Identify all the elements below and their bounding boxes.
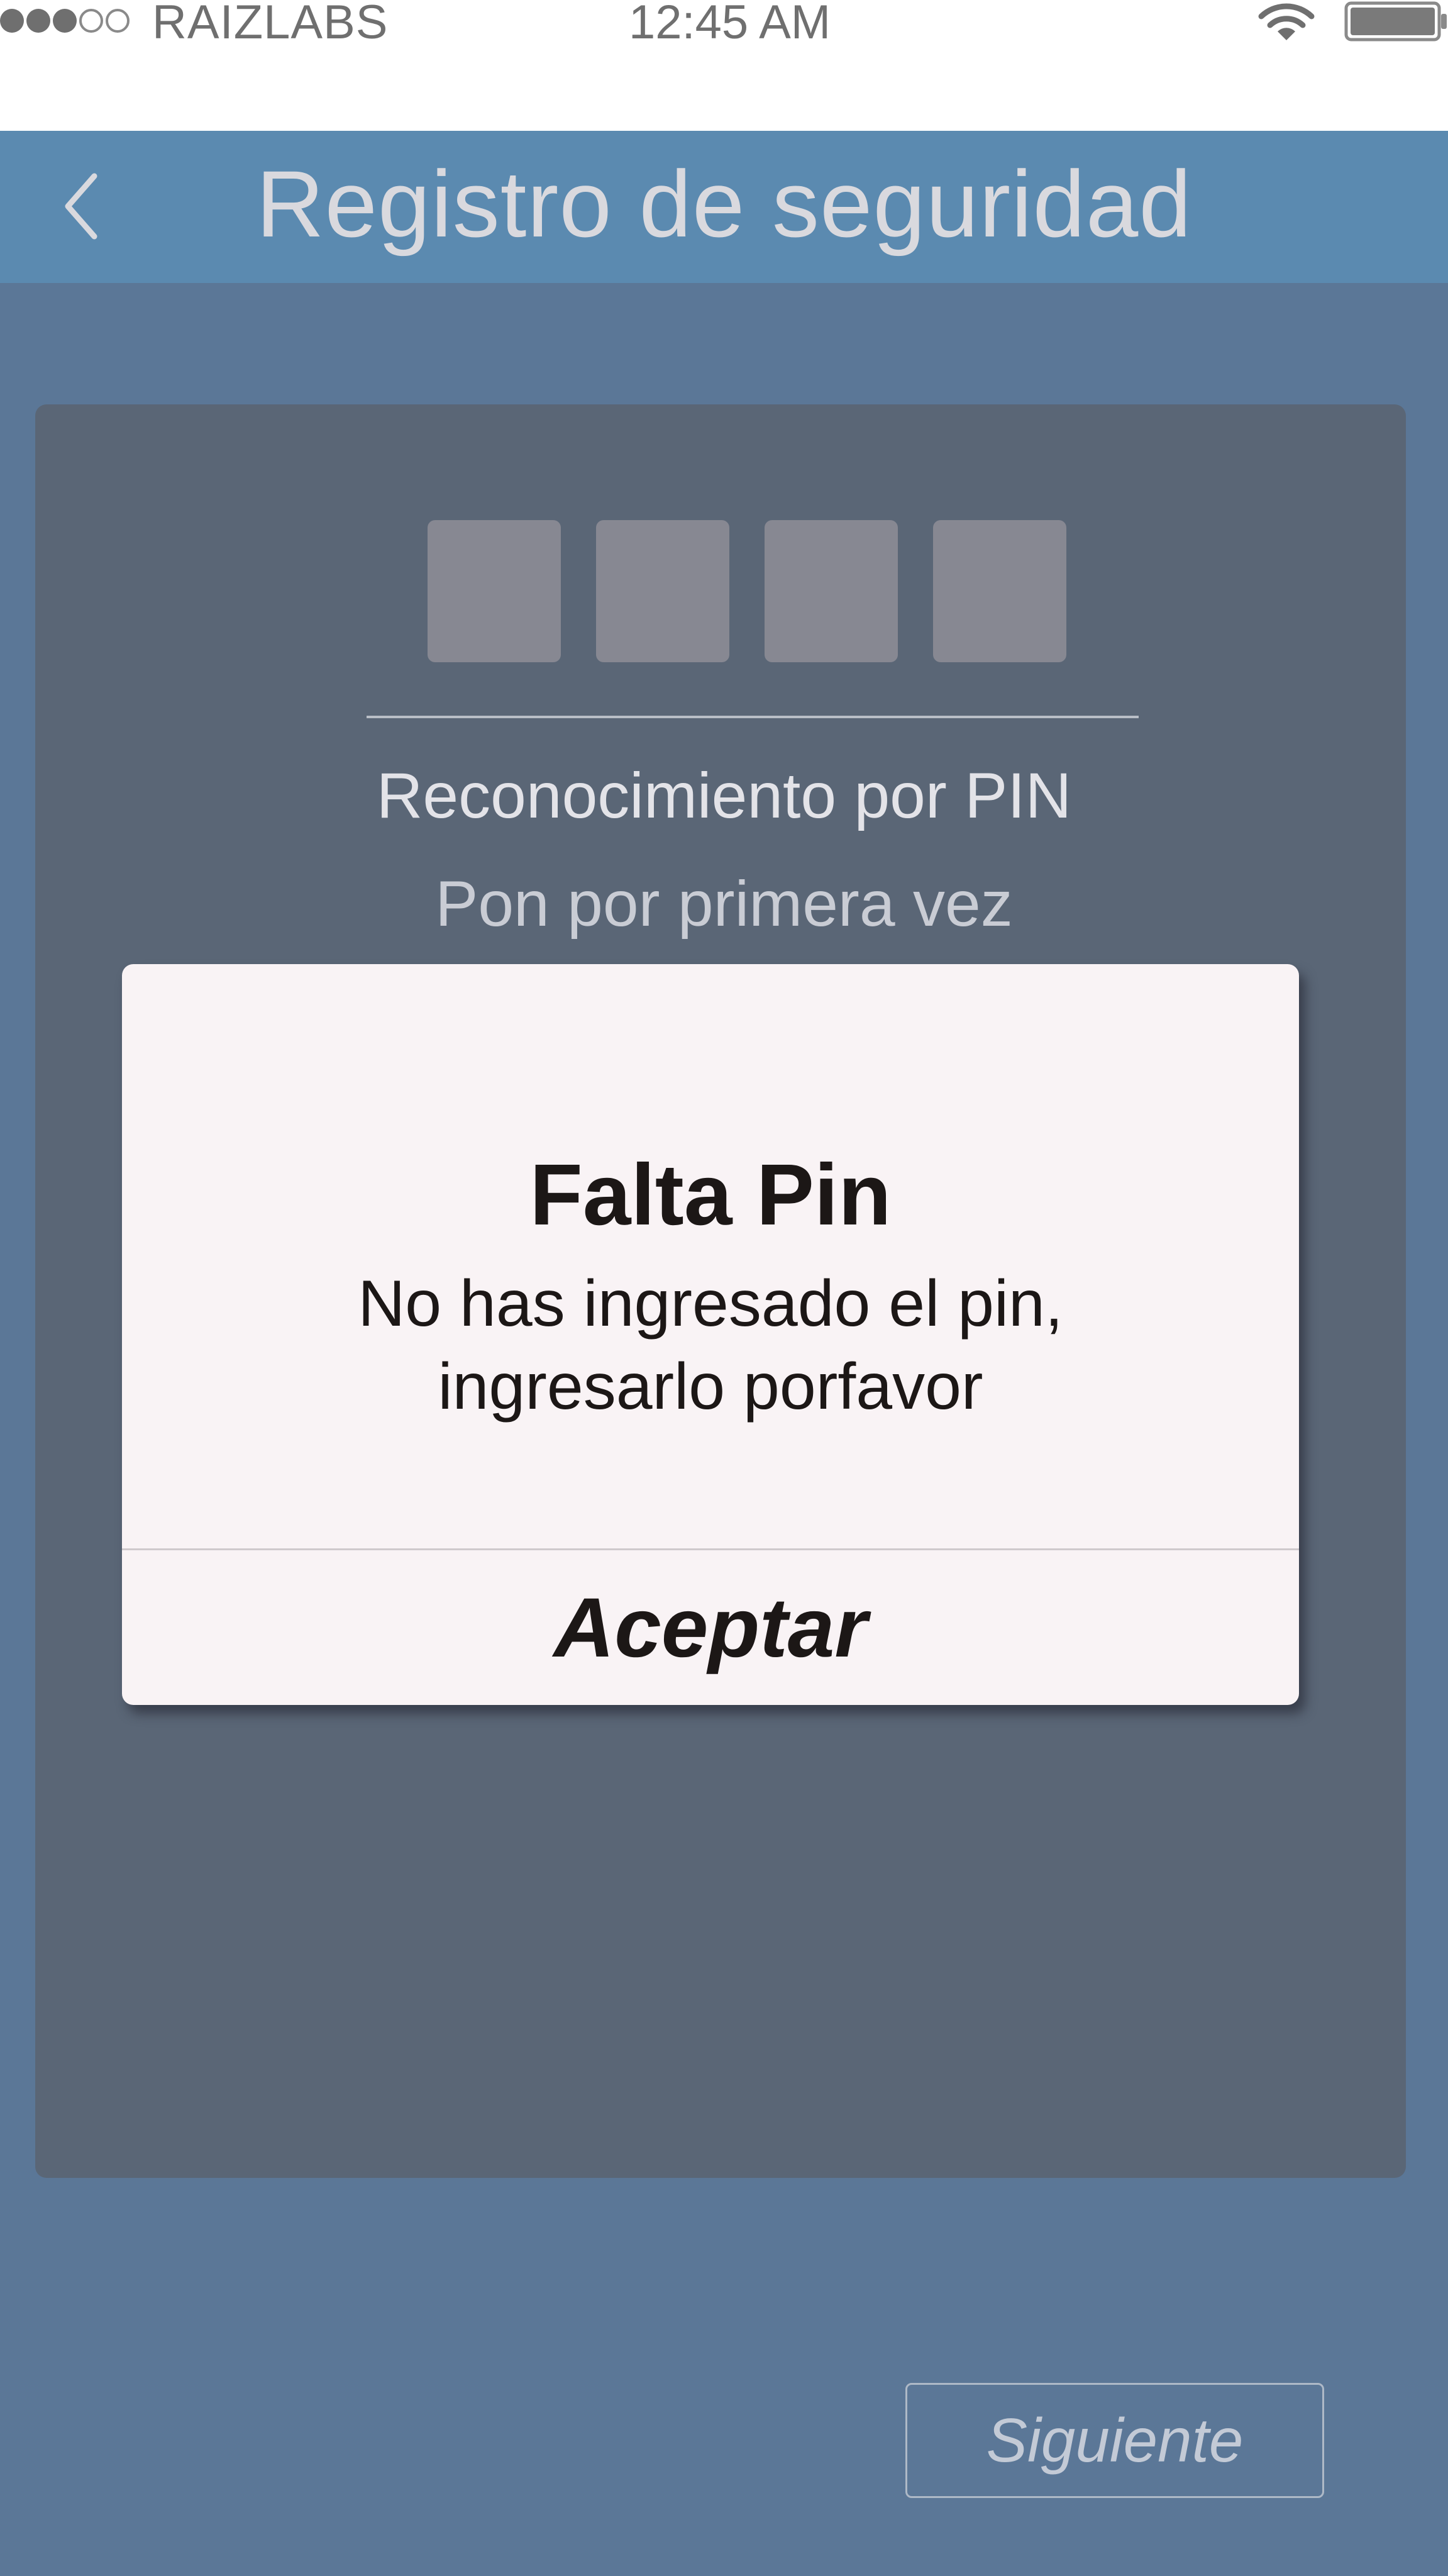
divider: [367, 716, 1139, 718]
alert-message: No has ingresado el pin, ingresarlo porf…: [358, 1267, 1063, 1423]
battery-icon: [1344, 1, 1447, 42]
signal-dot: [26, 9, 50, 33]
signal-dot: [0, 9, 24, 33]
app-header: Registro de seguridad: [0, 131, 1448, 283]
accept-button[interactable]: Aceptar: [122, 1550, 1299, 1705]
wifi-icon: [1258, 3, 1315, 40]
status-bar: RAIZLABS 12:45 AM: [0, 0, 1448, 131]
pin-input-boxes[interactable]: [428, 520, 1066, 662]
carrier-name: RAIZLABS: [152, 0, 389, 49]
pin-digit-box[interactable]: [428, 520, 561, 662]
signal-dot: [53, 9, 77, 33]
status-time: 12:45 AM: [629, 0, 831, 49]
alert-dialog: Falta Pin No has ingresado el pin, ingre…: [122, 964, 1299, 1705]
signal-dot: [79, 9, 103, 33]
signal-strength-icon: [0, 9, 130, 33]
pin-section-subtitle: Pon por primera vez: [435, 868, 1013, 940]
pin-section-title: Reconocimiento por PIN: [376, 760, 1072, 831]
pin-digit-box[interactable]: [933, 520, 1066, 662]
page-title: Registro de seguridad: [256, 151, 1192, 257]
alert-title: Falta Pin: [529, 1146, 892, 1243]
signal-dot: [106, 9, 130, 33]
pin-digit-box[interactable]: [596, 520, 729, 662]
next-button[interactable]: Siguiente: [905, 2383, 1324, 2498]
pin-digit-box[interactable]: [765, 520, 898, 662]
